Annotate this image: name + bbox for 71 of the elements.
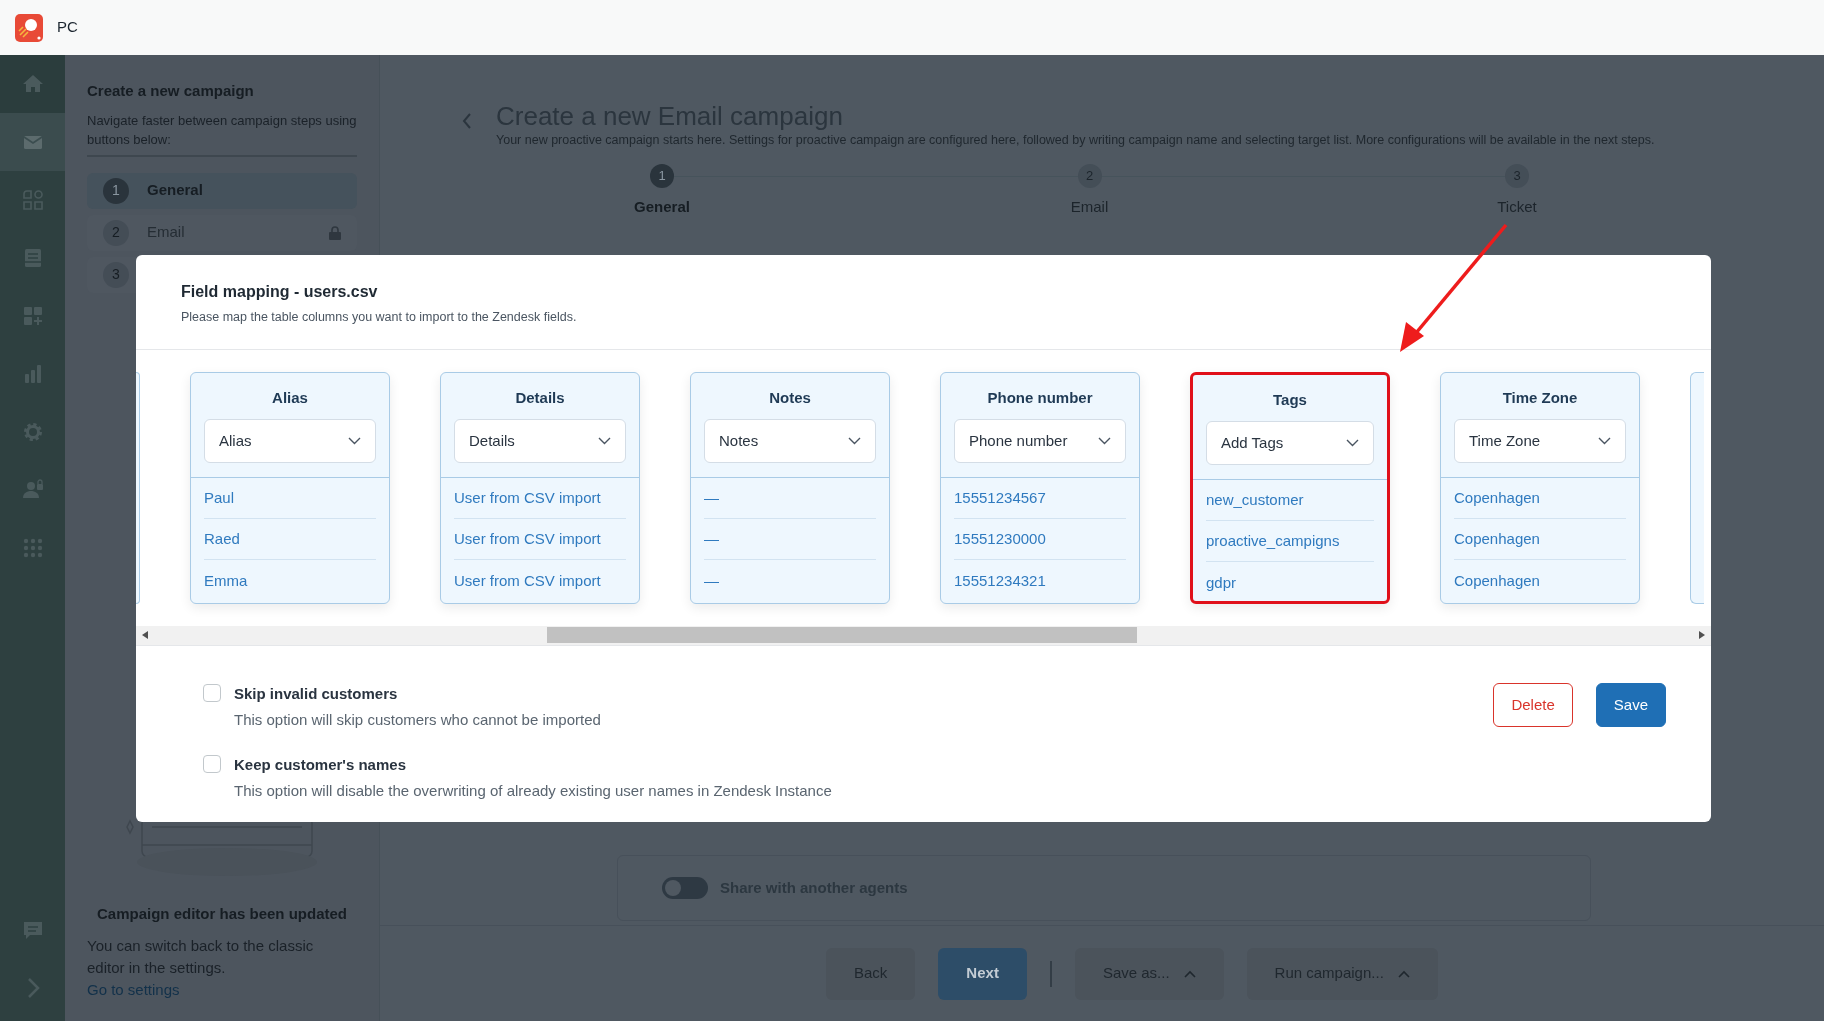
table-cell: Paul xyxy=(204,478,376,520)
shapes-icon[interactable] xyxy=(20,188,45,212)
panel-title: Create a new campaign xyxy=(87,81,255,101)
table-cell-text: gdpr xyxy=(1206,572,1238,593)
column-header: Time Zone xyxy=(1502,387,1578,408)
save-button[interactable]: Save xyxy=(1595,682,1666,727)
mapping-select[interactable]: Notes xyxy=(704,419,876,464)
table-cell: — xyxy=(704,478,876,520)
delete-button[interactable]: Delete xyxy=(1493,682,1573,727)
step-label: General xyxy=(147,180,204,201)
scroll-right-icon[interactable] xyxy=(1699,631,1705,640)
next-button[interactable]: Next xyxy=(938,947,1027,1000)
lock-icon xyxy=(329,225,341,240)
option-label: Skip invalid customers xyxy=(234,683,399,704)
back-chevron-icon[interactable] xyxy=(462,113,472,129)
notice-title: Campaign editor has been updated xyxy=(95,903,348,924)
select-value: Time Zone xyxy=(1469,431,1541,451)
checkbox[interactable] xyxy=(203,683,221,702)
option-description: This option will skip customers who cannot be imported xyxy=(234,710,601,731)
table-cell-text: Copenhagen xyxy=(1454,570,1541,591)
nav-item[interactable] xyxy=(0,113,65,171)
table-cell-text: 15551234321 xyxy=(954,570,1047,591)
option-description: This option will disable the overwriting of already existing user names in Zendesk Instance xyxy=(234,781,832,802)
select-value: Phone number xyxy=(969,431,1068,451)
caret-icon xyxy=(1397,969,1410,978)
column-header: Tags xyxy=(1273,389,1307,410)
chevron-down-icon xyxy=(598,437,611,446)
table-cell-text: Emma xyxy=(204,570,249,591)
table-cell: 15551234567 xyxy=(954,478,1126,520)
select-value: Notes xyxy=(719,431,759,451)
app-title: PC xyxy=(57,17,78,38)
select-value: Alias xyxy=(219,431,252,451)
table-cell: new_customer xyxy=(1206,480,1374,522)
mapping-select[interactable]: Alias xyxy=(204,419,376,464)
app-logo xyxy=(15,13,43,42)
option-label: Keep customer's names xyxy=(234,754,407,775)
mapping-select[interactable]: Add Tags xyxy=(1206,421,1374,466)
scroll-left-icon[interactable] xyxy=(142,631,148,640)
table-cell-text: — xyxy=(704,570,720,591)
modal-title: Field mapping - users.csv xyxy=(181,282,379,302)
table-cell: User from CSV import xyxy=(454,519,626,561)
select-value: Add Tags xyxy=(1221,433,1284,453)
column-header: Phone number xyxy=(987,387,1093,408)
chevron-down-icon xyxy=(1598,437,1611,446)
table-cell: 15551230000 xyxy=(954,519,1126,561)
table-cell: Copenhagen xyxy=(1454,519,1626,561)
mapping-select[interactable]: Details xyxy=(454,419,626,464)
table-cell: proactive_campigns xyxy=(1206,521,1374,563)
table-cell-text: User from CSV import xyxy=(454,570,602,591)
chevron-down-icon xyxy=(1346,439,1359,448)
step-number: 1 xyxy=(103,177,129,204)
table-cell: — xyxy=(704,519,876,561)
table-cell: User from CSV import xyxy=(454,478,626,520)
mapping-select[interactable]: Time Zone xyxy=(1454,419,1626,464)
table-cell: Raed xyxy=(204,519,376,561)
chevron-down-icon xyxy=(1098,437,1111,446)
modal-subtitle: Please map the table columns you want to import to the Zendesk fields. xyxy=(181,309,578,326)
column-header: Alias xyxy=(272,387,308,408)
select-value: Details xyxy=(469,431,515,451)
column-header: Details xyxy=(515,387,565,408)
table-cell: Copenhagen xyxy=(1454,478,1626,520)
step-item[interactable]: 1 General xyxy=(87,172,357,209)
column-header: Notes xyxy=(769,387,811,408)
share-toggle[interactable] xyxy=(662,877,708,899)
chevron-down-icon xyxy=(848,437,861,446)
step-label: General xyxy=(634,196,690,217)
mapping-select[interactable]: Phone number xyxy=(954,419,1126,464)
checkbox[interactable] xyxy=(203,754,221,773)
caret-icon xyxy=(1183,969,1196,978)
horizontal-scrollbar[interactable] xyxy=(136,625,1711,646)
chevron-down-icon xyxy=(348,437,361,446)
